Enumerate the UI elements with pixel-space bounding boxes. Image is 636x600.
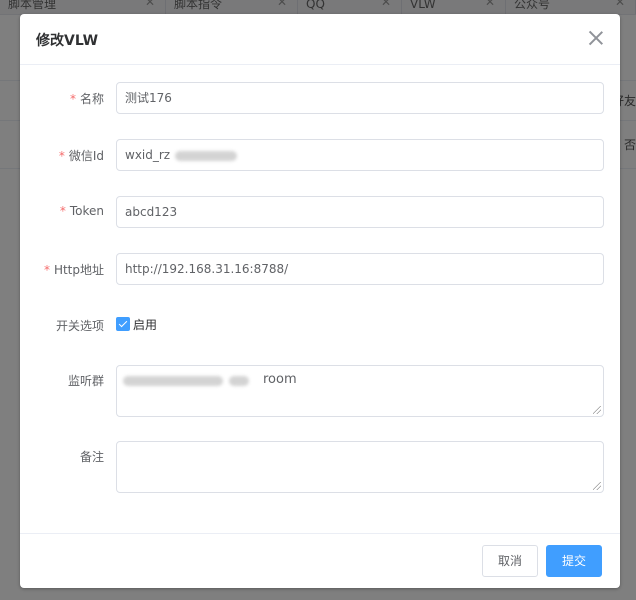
- resize-handle[interactable]: [593, 406, 601, 414]
- cancel-button[interactable]: 取消: [482, 545, 538, 577]
- required-mark: *: [69, 92, 76, 106]
- token-label: * Token: [59, 204, 104, 218]
- name-label: * 名称: [69, 92, 104, 106]
- remark-textarea[interactable]: [116, 441, 604, 493]
- resize-handle[interactable]: [593, 482, 601, 490]
- edit-vlw-dialog: 修改VLW * 名称 测试176 * 微信Id wxid_rz * Token abc…: [20, 14, 620, 588]
- close-icon[interactable]: [586, 28, 606, 48]
- http-input[interactable]: http://192.168.31.16:8788/: [116, 253, 604, 285]
- submit-button[interactable]: 提交: [546, 545, 602, 577]
- redacted-mask: [175, 151, 237, 161]
- wxid-label: * 微信Id: [58, 149, 104, 163]
- groups-value-suffix: room: [263, 372, 297, 387]
- required-mark: *: [58, 149, 65, 163]
- required-mark: *: [59, 204, 66, 218]
- enable-checkbox-label[interactable]: 启用: [133, 316, 157, 333]
- groups-label: 监听群: [67, 374, 104, 388]
- groups-textarea[interactable]: room: [116, 365, 604, 417]
- dialog-header: 修改VLW: [20, 14, 620, 65]
- redacted-mask: [123, 376, 223, 386]
- switch-label: 开关选项: [55, 319, 104, 333]
- http-label: * Http地址: [43, 263, 104, 277]
- token-input[interactable]: abcd123: [116, 196, 604, 228]
- remark-label: 备注: [79, 450, 104, 464]
- required-mark: *: [43, 263, 50, 277]
- redacted-mask: [229, 376, 249, 386]
- wxid-input[interactable]: wxid_rz: [116, 139, 604, 171]
- enable-checkbox[interactable]: [116, 317, 130, 331]
- dialog-title: 修改VLW: [36, 33, 99, 49]
- name-input[interactable]: 测试176: [116, 82, 604, 114]
